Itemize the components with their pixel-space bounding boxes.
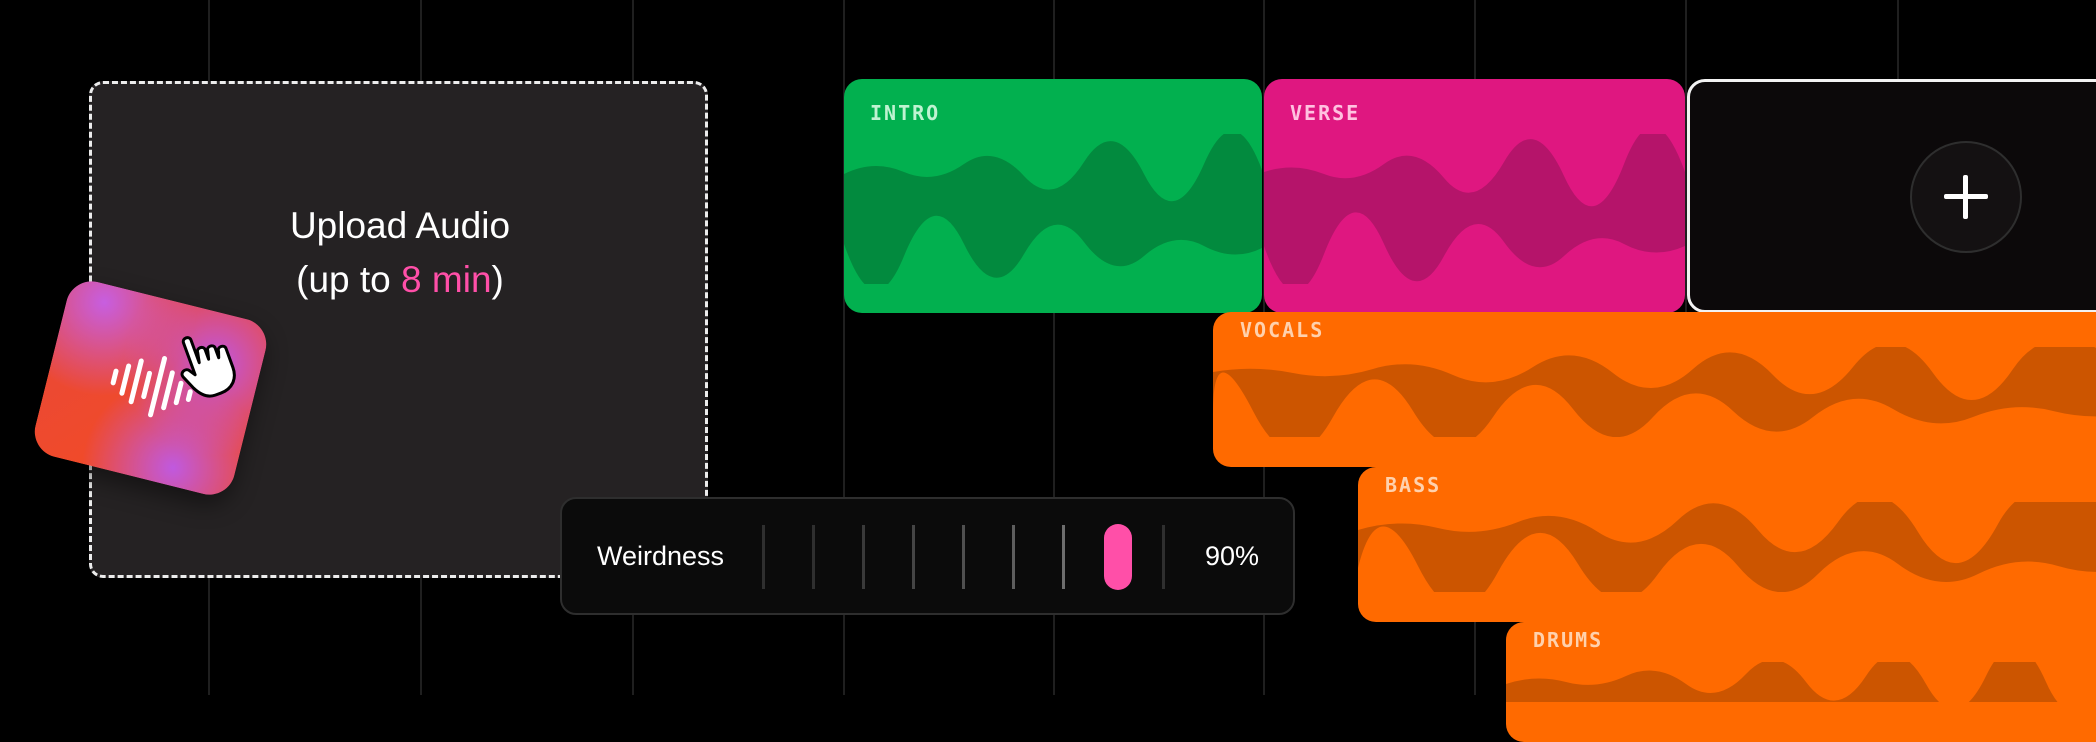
track-label: VERSE — [1290, 101, 1361, 125]
hand-pointer-icon — [172, 327, 246, 404]
slider-tick — [962, 525, 965, 589]
upload-limit: 8 min — [401, 259, 492, 300]
upload-subtitle: (up to 8 min) — [200, 253, 600, 307]
slider-tick — [762, 525, 765, 589]
slider-tick — [862, 525, 865, 589]
waveform — [1358, 502, 2096, 592]
track-bass[interactable]: BASS — [1358, 467, 2096, 622]
weirdness-slider-panel: Weirdness 90% — [560, 497, 1295, 615]
plus-icon — [1944, 175, 1988, 219]
track-verse[interactable]: VERSE — [1264, 79, 1685, 313]
weirdness-label: Weirdness — [597, 541, 725, 571]
slider-tick — [1012, 525, 1015, 589]
track-intro[interactable]: INTRO — [844, 79, 1262, 313]
track-label: INTRO — [870, 101, 941, 125]
track-vocals[interactable]: VOCALS — [1213, 312, 2096, 467]
track-label: BASS — [1385, 473, 1442, 497]
upload-subtitle-prefix: (up to — [296, 259, 402, 300]
weirdness-slider-thumb[interactable] — [1104, 524, 1132, 590]
slider-tick — [1062, 525, 1065, 589]
upload-title: Upload Audio — [289, 205, 511, 246]
track-label: VOCALS — [1240, 318, 1325, 342]
slider-tick — [1162, 525, 1165, 589]
track-label: DRUMS — [1533, 628, 1604, 652]
upload-text: Upload Audio (up to 8 min) — [200, 199, 600, 307]
weirdness-slider[interactable] — [762, 499, 1165, 617]
slider-tick — [912, 525, 915, 589]
waveform — [844, 134, 1262, 284]
slider-tick — [812, 525, 815, 589]
weirdness-value: 90% — [1204, 541, 1259, 571]
add-track-panel — [1687, 79, 2096, 313]
waveform — [1264, 134, 1685, 284]
waveform — [1213, 347, 2096, 437]
add-track-button[interactable] — [1910, 141, 2022, 253]
upload-subtitle-suffix: ) — [491, 259, 504, 300]
track-drums[interactable]: DRUMS — [1506, 622, 2096, 742]
waveform — [1506, 662, 2096, 702]
